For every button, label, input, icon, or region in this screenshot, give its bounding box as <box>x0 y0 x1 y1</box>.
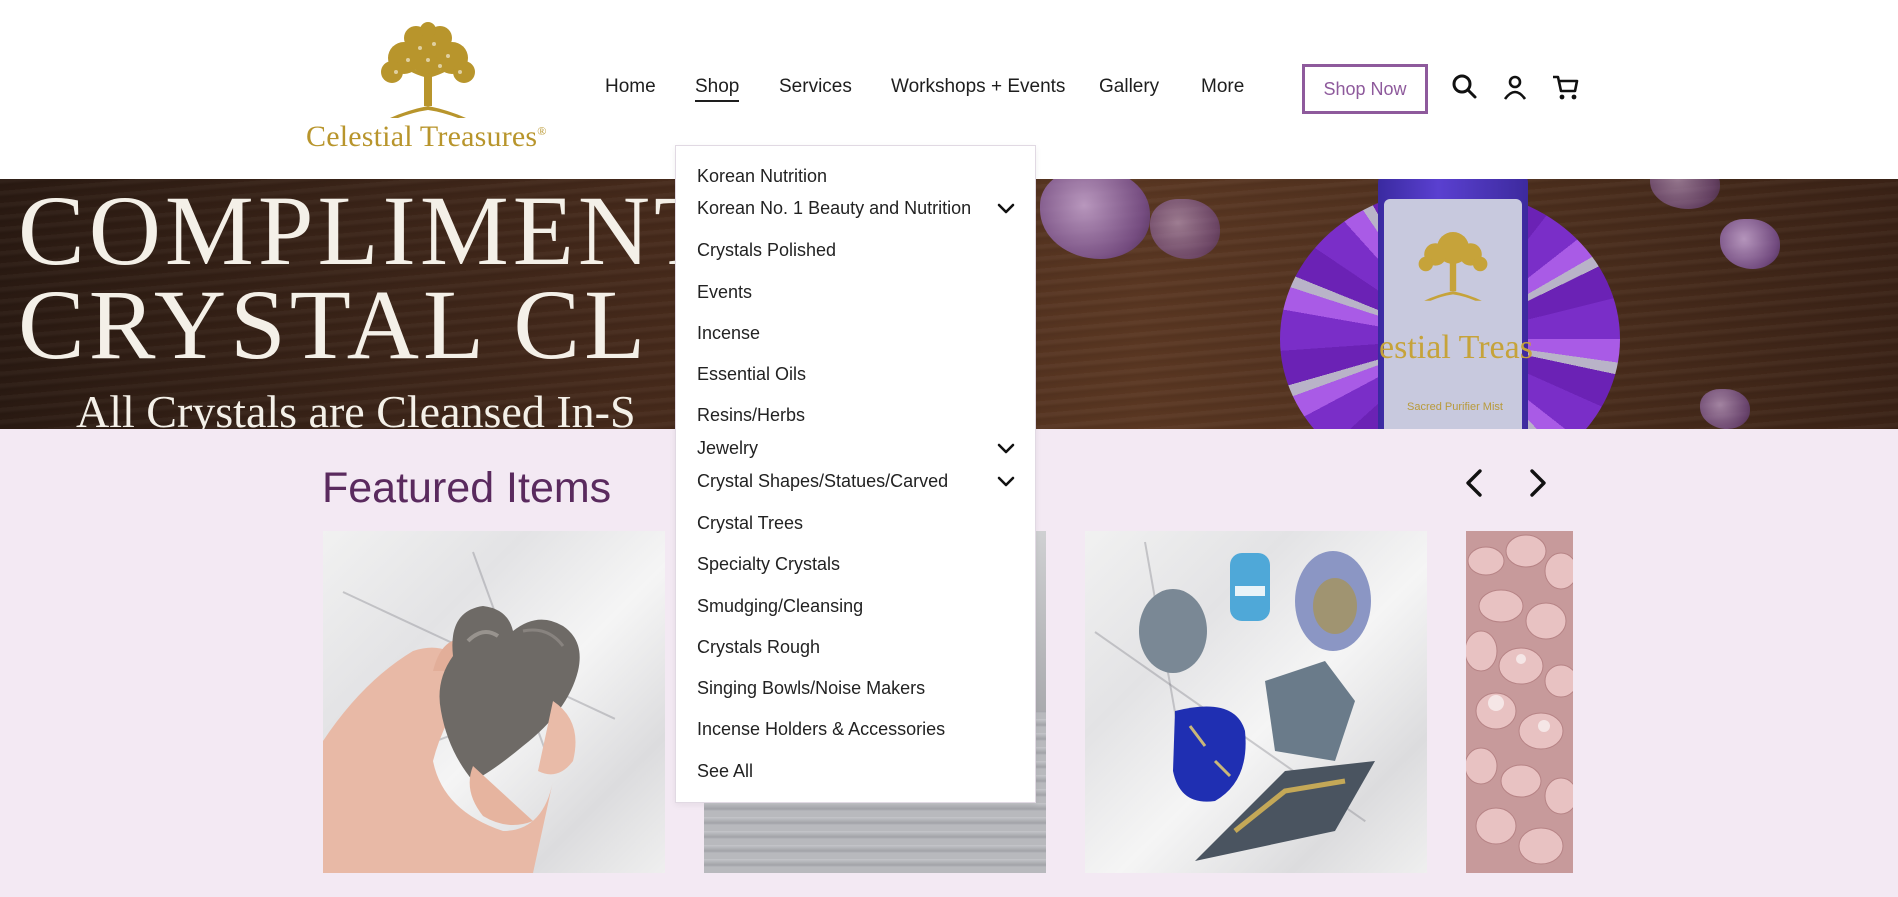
rose-quartz-image <box>1466 534 1573 865</box>
menu-item-see-all[interactable]: See All <box>697 761 753 782</box>
menu-item-resins-herbs[interactable]: Resins/Herbs <box>697 405 805 426</box>
logo-text: Celestial Treasures® <box>306 120 547 153</box>
chevron-down-icon[interactable] <box>996 475 1016 489</box>
menu-item-incense-holders[interactable]: Incense Holders & Accessories <box>697 719 945 740</box>
chevron-down-icon[interactable] <box>996 202 1016 216</box>
bottle-product-text: Sacred Purifier Mist <box>1407 401 1503 413</box>
nav-shop[interactable]: Shop <box>695 76 740 102</box>
menu-item-incense[interactable]: Incense <box>697 323 760 344</box>
account-icon[interactable] <box>1500 72 1530 102</box>
chevron-right-icon[interactable] <box>1522 466 1552 500</box>
product-card-rose-quartz[interactable] <box>1466 531 1573 873</box>
menu-item-crystal-shapes[interactable]: Crystal Shapes/Statues/Carved <box>697 471 948 492</box>
menu-item-korean-beauty-nutrition[interactable]: Korean No. 1 Beauty and Nutrition <box>697 198 971 219</box>
nav-gallery[interactable]: Gallery <box>1099 76 1159 98</box>
search-icon[interactable] <box>1450 72 1480 102</box>
tree-of-life-icon <box>381 22 475 118</box>
assorted-stones-image <box>1139 551 1375 861</box>
site-logo[interactable]: Celestial Treasures® <box>300 22 560 157</box>
product-card-assorted-stones[interactable] <box>1085 531 1427 873</box>
menu-item-events[interactable]: Events <box>697 282 752 303</box>
nav-more[interactable]: More <box>1201 76 1244 98</box>
shop-now-button[interactable]: Shop Now <box>1302 64 1428 114</box>
nav-home[interactable]: Home <box>605 76 656 98</box>
menu-item-crystals-polished[interactable]: Crystals Polished <box>697 240 836 261</box>
chevron-down-icon[interactable] <box>996 442 1016 456</box>
menu-item-korean-nutrition[interactable]: Korean Nutrition <box>697 166 827 187</box>
cart-icon[interactable] <box>1551 72 1581 102</box>
menu-item-smudging-cleansing[interactable]: Smudging/Cleansing <box>697 596 863 617</box>
bottle-brand-text: estial Treas <box>1379 329 1533 366</box>
heart-stone-image <box>323 606 580 873</box>
menu-item-crystals-rough[interactable]: Crystals Rough <box>697 637 820 658</box>
bottle-tree-icon <box>1418 232 1488 301</box>
menu-item-crystal-trees[interactable]: Crystal Trees <box>697 513 803 534</box>
shop-dropdown-menu: Korean Nutrition Korean No. 1 Beauty and… <box>675 145 1036 803</box>
menu-item-jewelry[interactable]: Jewelry <box>697 438 758 459</box>
nav-services[interactable]: Services <box>779 76 852 98</box>
featured-items-title: Featured Items <box>322 464 612 512</box>
menu-item-singing-bowls[interactable]: Singing Bowls/Noise Makers <box>697 678 925 699</box>
banner-headline-line2: CRYSTAL CL <box>18 269 650 380</box>
banner-subline: All Crystals are Cleansed In-S <box>76 386 636 429</box>
menu-item-specialty-crystals[interactable]: Specialty Crystals <box>697 554 840 575</box>
product-card-heart-stone[interactable] <box>323 531 665 873</box>
nav-workshops-events[interactable]: Workshops + Events <box>891 76 1065 98</box>
chevron-left-icon[interactable] <box>1460 466 1490 500</box>
menu-item-essential-oils[interactable]: Essential Oils <box>697 364 806 385</box>
